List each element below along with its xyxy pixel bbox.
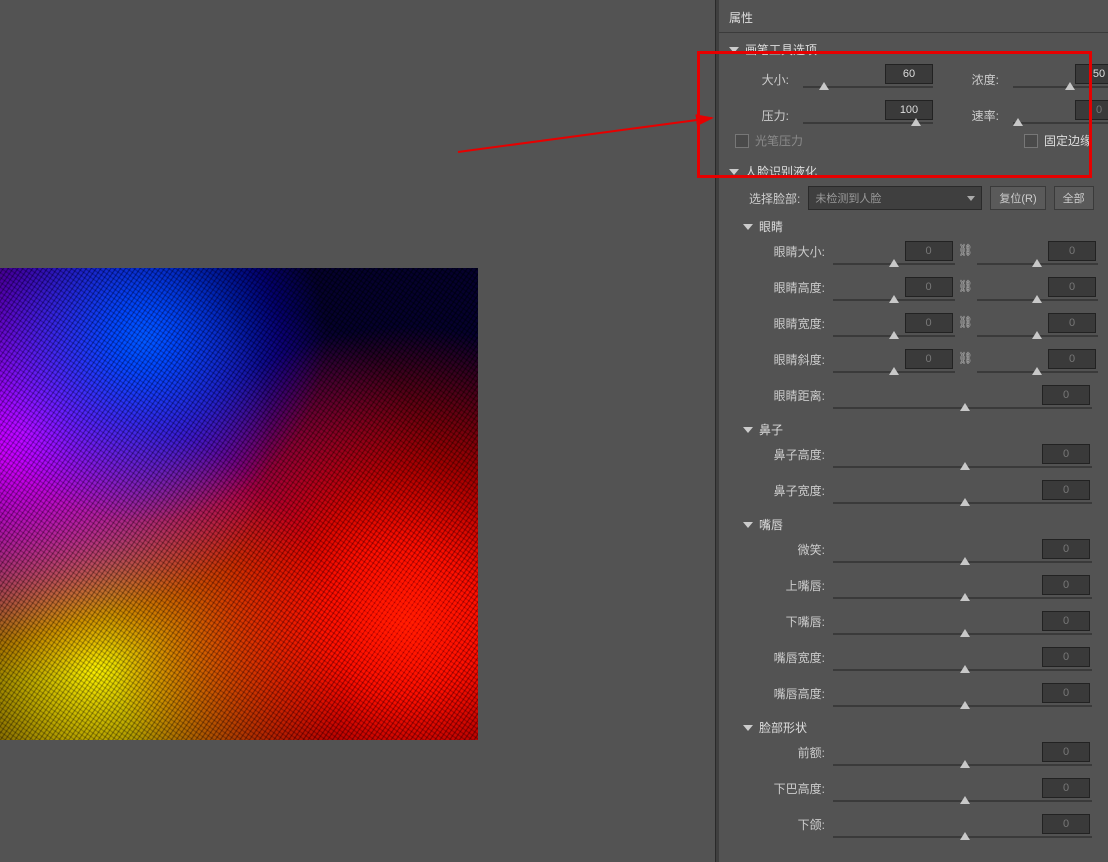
link-icon[interactable]: ⛓ <box>955 241 977 257</box>
rate-value[interactable]: 0 <box>1075 100 1108 120</box>
forehead-label: 前额: <box>729 742 833 761</box>
smile-label: 微笑: <box>729 539 833 558</box>
face-shape-header[interactable]: 脸部形状 <box>743 719 1098 736</box>
canvas-area <box>0 0 715 862</box>
mouth-header[interactable]: 嘴唇 <box>743 516 1098 533</box>
checkbox-icon <box>735 134 749 148</box>
eye-size-label: 眼睛大小: <box>729 241 833 260</box>
panel-title: 属性 <box>719 0 1108 33</box>
image-canvas[interactable] <box>0 268 478 740</box>
eye-tilt-label: 眼睛斜度: <box>729 349 833 368</box>
lower-lip-slider[interactable]: 0 <box>833 611 1092 641</box>
mouth-header-label: 嘴唇 <box>759 516 783 533</box>
size-value[interactable]: 60 <box>885 64 933 84</box>
eye-tilt-right-slider[interactable]: 0 <box>977 349 1099 379</box>
pressure-label: 压力: <box>733 107 793 124</box>
collapse-icon <box>743 522 753 528</box>
mouth-width-label: 嘴唇宽度: <box>729 647 833 666</box>
reset-button[interactable]: 复位(R) <box>990 186 1045 210</box>
eye-width-label: 眼睛宽度: <box>729 313 833 332</box>
collapse-icon <box>729 47 739 53</box>
eye-tilt-row: 眼睛斜度: 0 ⛓ 0 <box>729 349 1098 379</box>
pressure-slider[interactable]: 100 <box>803 100 933 130</box>
eye-width-right-slider[interactable]: 0 <box>977 313 1099 343</box>
nose-header[interactable]: 鼻子 <box>743 421 1098 438</box>
eye-size-right-slider[interactable]: 0 <box>977 241 1099 271</box>
collapse-icon <box>729 169 739 175</box>
all-button[interactable]: 全部 <box>1054 186 1094 210</box>
face-section: 人脸识别液化 选择脸部: 未检测到人脸 复位(R) 全部 眼睛 眼睛大小: 0 … <box>719 155 1108 844</box>
chin-height-label: 下巴高度: <box>729 778 833 797</box>
face-shape-header-label: 脸部形状 <box>759 719 807 736</box>
eye-tilt-left-slider[interactable]: 0 <box>833 349 955 379</box>
link-icon[interactable]: ⛓ <box>955 349 977 365</box>
select-face-label: 选择脸部: <box>749 190 800 207</box>
eye-width-left-slider[interactable]: 0 <box>833 313 955 343</box>
eyes-header-label: 眼睛 <box>759 218 783 235</box>
nose-height-label: 鼻子高度: <box>729 444 833 463</box>
pen-pressure-checkbox[interactable]: 光笔压力 <box>735 132 803 149</box>
feather-image <box>0 268 478 740</box>
face-header[interactable]: 人脸识别液化 <box>729 163 1098 180</box>
eye-distance-slider[interactable]: 0 <box>833 385 1092 415</box>
eye-height-row: 眼睛高度: 0 ⛓ 0 <box>729 277 1098 307</box>
pressure-value[interactable]: 100 <box>885 100 933 120</box>
density-slider[interactable]: 50 <box>1013 64 1108 94</box>
density-label: 浓度: <box>943 71 1003 88</box>
jaw-slider[interactable]: 0 <box>833 814 1092 844</box>
fixed-edge-label: 固定边缘 <box>1044 132 1092 149</box>
jaw-label: 下颌: <box>729 814 833 833</box>
upper-lip-slider[interactable]: 0 <box>833 575 1092 605</box>
size-slider[interactable]: 60 <box>803 64 933 94</box>
rate-slider[interactable]: 0 <box>1013 100 1108 130</box>
lower-lip-label: 下嘴唇: <box>729 611 833 630</box>
brush-section: 画笔工具选项 大小: 60 浓度: 50 压力: 100 速率: 0 <box>719 33 1108 149</box>
collapse-icon <box>743 725 753 731</box>
nose-width-slider[interactable]: 0 <box>833 480 1092 510</box>
select-face-value: 未检测到人脸 <box>815 190 881 206</box>
link-icon[interactable]: ⛓ <box>955 277 977 293</box>
eye-size-row: 眼睛大小: 0 ⛓ 0 <box>729 241 1098 271</box>
eyes-header[interactable]: 眼睛 <box>743 218 1098 235</box>
mouth-height-label: 嘴唇高度: <box>729 683 833 702</box>
density-value[interactable]: 50 <box>1075 64 1108 84</box>
select-face-dropdown[interactable]: 未检测到人脸 <box>808 186 982 210</box>
eye-height-left-slider[interactable]: 0 <box>833 277 955 307</box>
brush-header[interactable]: 画笔工具选项 <box>729 41 1098 58</box>
size-label: 大小: <box>733 71 793 88</box>
face-header-label: 人脸识别液化 <box>745 163 817 180</box>
smile-slider[interactable]: 0 <box>833 539 1092 569</box>
forehead-slider[interactable]: 0 <box>833 742 1092 772</box>
checkbox-icon <box>1024 134 1038 148</box>
eye-height-right-slider[interactable]: 0 <box>977 277 1099 307</box>
chin-height-slider[interactable]: 0 <box>833 778 1092 808</box>
eye-height-label: 眼睛高度: <box>729 277 833 296</box>
mouth-width-slider[interactable]: 0 <box>833 647 1092 677</box>
nose-header-label: 鼻子 <box>759 421 783 438</box>
eye-size-left-slider[interactable]: 0 <box>833 241 955 271</box>
properties-panel: 属性 画笔工具选项 大小: 60 浓度: 50 压力: 100 速率: <box>719 0 1108 862</box>
chevron-down-icon <box>967 196 975 201</box>
nose-height-slider[interactable]: 0 <box>833 444 1092 474</box>
collapse-icon <box>743 427 753 433</box>
upper-lip-label: 上嘴唇: <box>729 575 833 594</box>
rate-label: 速率: <box>943 107 1003 124</box>
eye-distance-row: 眼睛距离: 0 <box>729 385 1098 415</box>
link-icon[interactable]: ⛓ <box>955 313 977 329</box>
nose-width-label: 鼻子宽度: <box>729 480 833 499</box>
brush-header-label: 画笔工具选项 <box>745 41 817 58</box>
mouth-height-slider[interactable]: 0 <box>833 683 1092 713</box>
eye-distance-label: 眼睛距离: <box>729 385 833 404</box>
collapse-icon <box>743 224 753 230</box>
pen-pressure-label: 光笔压力 <box>755 132 803 149</box>
fixed-edge-checkbox[interactable]: 固定边缘 <box>1024 132 1092 149</box>
eye-width-row: 眼睛宽度: 0 ⛓ 0 <box>729 313 1098 343</box>
